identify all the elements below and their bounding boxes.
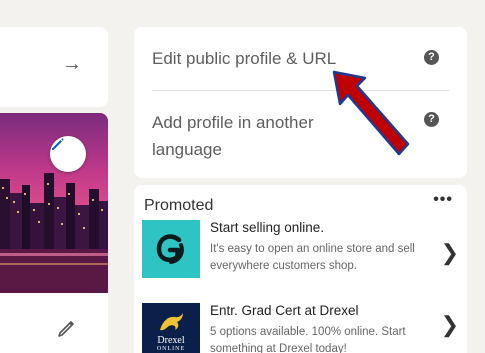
chevron-right-icon[interactable]: ❯	[441, 240, 459, 266]
ad-description: 5 options available. 100% online. Start …	[210, 326, 406, 353]
edit-intro-button[interactable]	[56, 317, 78, 344]
pencil-icon	[58, 321, 74, 337]
ad-headline: Start selling online.	[210, 220, 325, 235]
more-options-icon[interactable]: •••	[433, 191, 453, 209]
profile-photo-card	[0, 113, 108, 353]
edit-photo-button[interactable]	[50, 136, 86, 172]
chevron-right-icon[interactable]: ❯	[441, 312, 459, 338]
promoted-ad-item[interactable]: Start selling online. It's easy to open …	[142, 220, 459, 282]
promoted-title: Promoted	[144, 197, 214, 214]
ad-headline: Entr. Grad Cert at Drexel	[210, 303, 359, 318]
promoted-ad-item[interactable]: Drexel ONLINE Entr. Grad Cert at Drexel …	[142, 303, 459, 353]
godaddy-logo-icon	[142, 220, 200, 278]
dragon-icon	[160, 313, 183, 331]
annotation-arrow-icon	[332, 70, 410, 156]
help-icon[interactable]: ?	[424, 112, 439, 127]
arrow-right-icon[interactable]: →	[62, 54, 82, 74]
pencil-icon	[52, 138, 64, 150]
help-icon[interactable]: ?	[424, 50, 439, 65]
edit-public-profile-link[interactable]: Edit public profile & URL	[152, 45, 336, 72]
left-card: →	[0, 27, 108, 107]
ad-description: It's easy to open an online store and se…	[210, 243, 415, 272]
drexel-logo-icon: Drexel ONLINE	[142, 303, 200, 353]
background-photo	[0, 113, 108, 293]
promoted-card: Promoted ••• Start selling online. It's …	[134, 185, 467, 353]
